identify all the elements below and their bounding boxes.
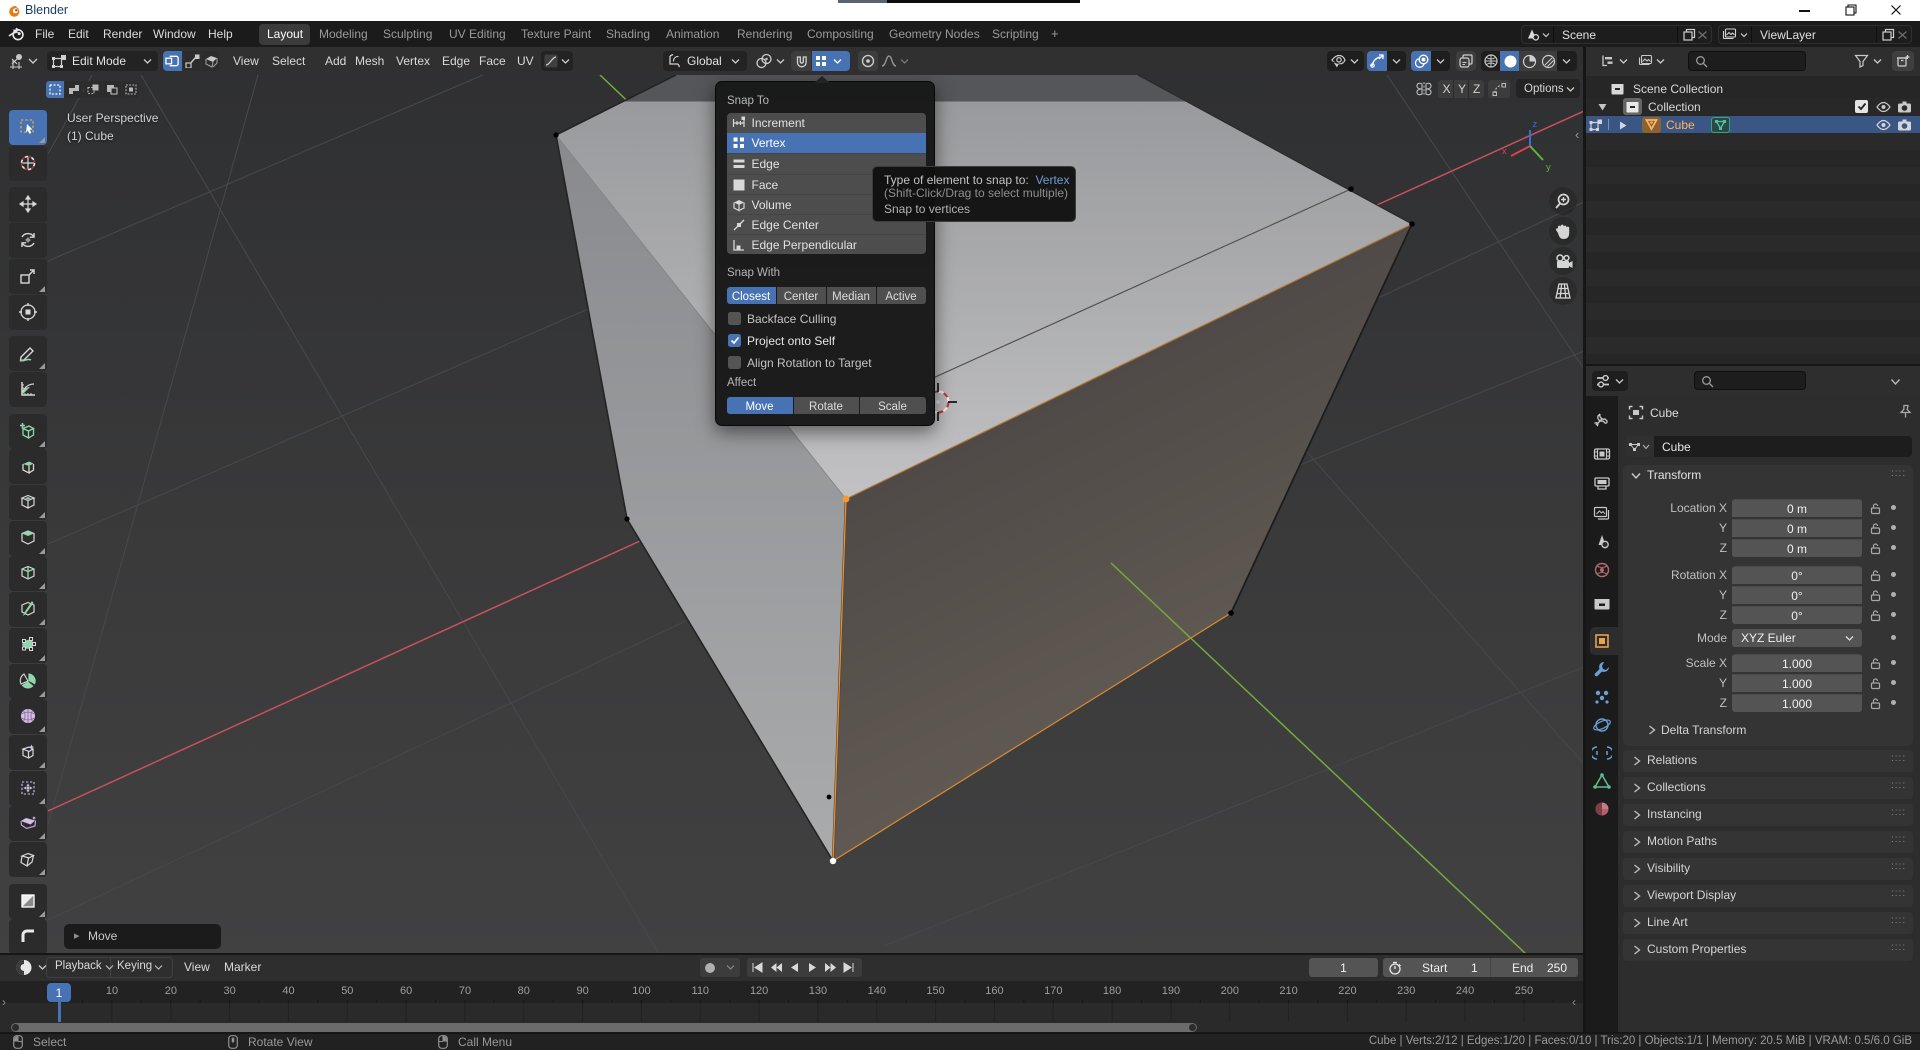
svg-text:y: y [1546,162,1551,173]
svg-text:x: x [1502,146,1507,157]
svg-text:z: z [1533,119,1538,130]
